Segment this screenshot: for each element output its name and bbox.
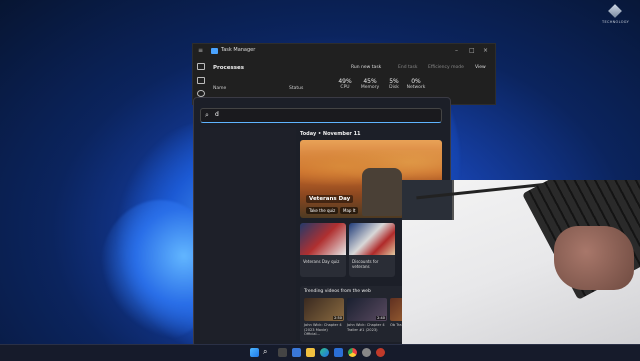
task-view-icon[interactable]	[278, 348, 287, 357]
chrome-icon[interactable]	[348, 348, 357, 357]
logo-mark-icon	[608, 4, 622, 18]
run-new-task-button[interactable]: Run new task	[351, 65, 381, 70]
maximize-button[interactable]: □	[469, 47, 475, 54]
hero-badge: Veterans Day	[306, 195, 354, 203]
close-button[interactable]: ×	[483, 47, 488, 54]
channel-logo: TECHNOLOGY	[602, 4, 630, 28]
column-header-cpu[interactable]: 49% CPU	[338, 78, 352, 90]
taskbar: ⌕	[0, 344, 640, 361]
edge-icon[interactable]	[320, 348, 329, 357]
network-label: Network	[406, 85, 426, 90]
title-bar: ≡ Task Manager – □ ×	[193, 44, 495, 58]
map-it-button[interactable]: Map It	[340, 207, 359, 214]
veterans-day-quiz-card[interactable]: Veterans Day quiz	[300, 223, 346, 277]
video-duration: 2:40	[376, 316, 386, 320]
card-label: Veterans Day quiz	[303, 259, 340, 264]
minimize-button[interactable]: –	[455, 47, 458, 54]
disk-percent: 5%	[389, 78, 399, 85]
file-explorer-icon[interactable]	[306, 348, 315, 357]
discounts-card[interactable]: Discounts for veterans	[349, 223, 395, 277]
search-icon[interactable]: ⌕	[263, 347, 272, 356]
task-manager-icon	[211, 48, 218, 54]
network-percent: 0%	[411, 78, 421, 85]
column-header-memory[interactable]: 45% Memory	[359, 78, 381, 90]
app-history-icon[interactable]	[197, 90, 205, 97]
hand-image	[554, 226, 634, 290]
video-title[interactable]: John Wick: Chapter 4 (2023 Movie) Offici…	[304, 323, 344, 337]
hamburger-menu-icon[interactable]: ≡	[198, 47, 203, 54]
efficiency-mode-button[interactable]: Efficiency mode	[428, 65, 464, 70]
trending-heading: Trending videos from the web	[304, 289, 371, 294]
flag-image	[349, 223, 395, 255]
column-header-network[interactable]: 0% Network	[405, 78, 427, 90]
today-heading: Today • November 11	[300, 131, 361, 137]
windows-start-icon[interactable]	[250, 348, 259, 357]
logo-text: TECHNOLOGY	[602, 20, 630, 24]
video-thumbnail[interactable]: 2:40	[347, 298, 387, 321]
disk-label: Disk	[389, 85, 399, 90]
search-query: d	[215, 111, 219, 118]
cpu-percent: 49%	[338, 78, 352, 85]
settings-icon[interactable]	[362, 348, 371, 357]
card-label: Discounts for veterans	[352, 259, 379, 269]
cpu-label: CPU	[340, 85, 350, 90]
search-input[interactable]: ⌕ d	[200, 108, 442, 123]
column-header-status[interactable]: Status	[289, 86, 303, 91]
flag-image	[300, 223, 346, 255]
video-duration: 2:50	[333, 316, 343, 320]
view-button[interactable]: View	[475, 65, 486, 70]
search-results-pane	[200, 128, 296, 340]
window-title: Task Manager	[221, 47, 256, 53]
take-quiz-button[interactable]: Take the quiz	[306, 207, 339, 214]
video-thumbnail[interactable]: 2:50	[304, 298, 344, 321]
task-manager-window: ≡ Task Manager – □ × Processes Run new t…	[192, 43, 496, 105]
processes-icon[interactable]	[197, 63, 205, 70]
store-icon[interactable]	[334, 348, 343, 357]
column-header-disk[interactable]: 5% Disk	[387, 78, 401, 90]
app-icon[interactable]	[376, 348, 385, 357]
webcam-overlay-image	[402, 180, 640, 356]
memorial-statue-image	[362, 168, 402, 216]
video-title[interactable]: John Wick: Chapter 4 Trailer #1 (2023)	[347, 323, 387, 332]
memory-label: Memory	[360, 85, 380, 90]
performance-icon[interactable]	[197, 77, 205, 84]
column-header-name[interactable]: Name	[213, 86, 226, 91]
laptop-image	[402, 180, 454, 220]
widgets-icon[interactable]	[292, 348, 301, 357]
page-title: Processes	[213, 65, 245, 71]
end-task-button[interactable]: End task	[398, 65, 417, 70]
search-icon: ⌕	[205, 111, 209, 119]
memory-percent: 45%	[363, 78, 377, 85]
